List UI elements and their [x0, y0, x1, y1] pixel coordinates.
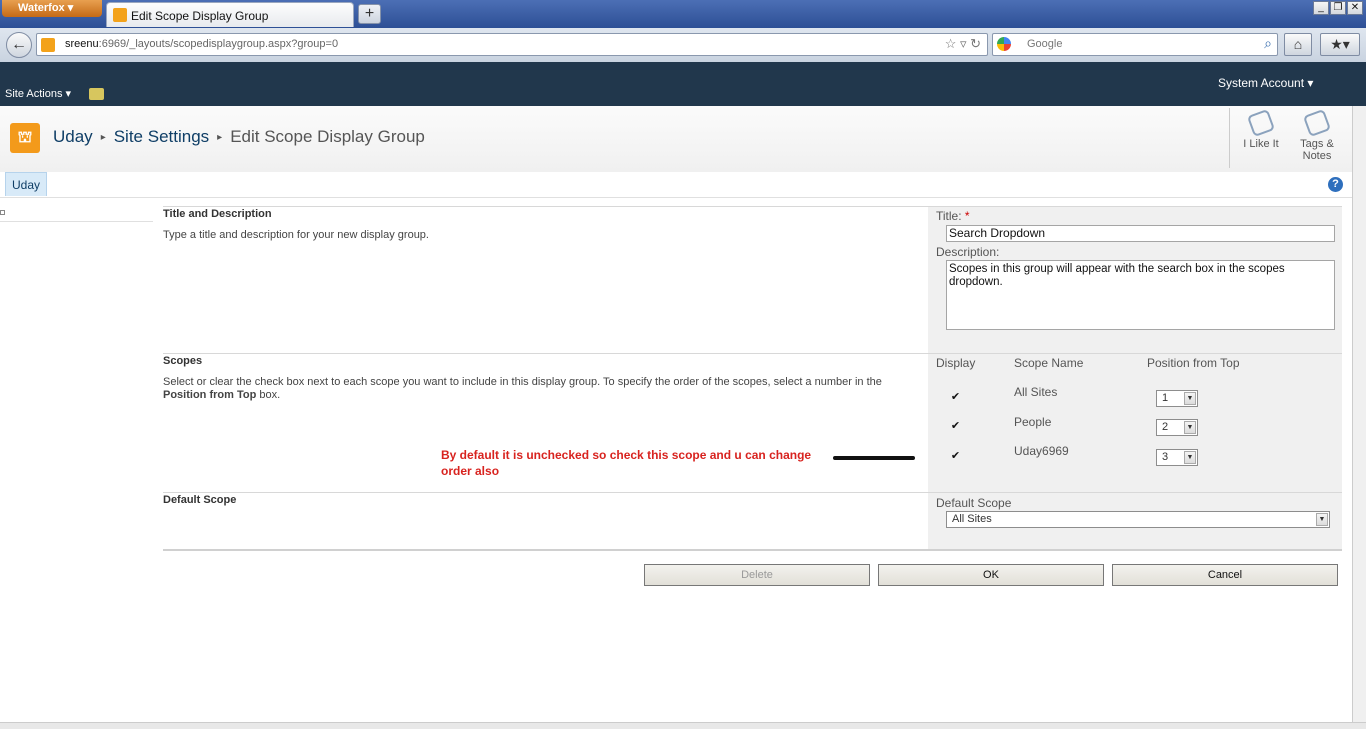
- chevron-right-icon: ▸: [217, 132, 223, 143]
- scope-name: All Sites: [1014, 385, 1058, 399]
- app-menu-button[interactable]: Waterfox ▾: [2, 0, 102, 17]
- browser-tab[interactable]: Edit Scope Display Group: [106, 2, 354, 27]
- sharepoint-favicon-icon: [113, 8, 127, 22]
- breadcrumb-site-settings[interactable]: Site Settings: [114, 127, 209, 146]
- scopes-section-heading: Scopes: [163, 355, 203, 367]
- site-favicon-icon: [41, 38, 55, 52]
- scopes-section-description: Select or clear the check box next to ea…: [163, 376, 882, 401]
- url-bar[interactable]: sreenu:6969/_layouts/scopedisplaygroup.a…: [36, 33, 988, 56]
- scope-checkbox-people[interactable]: ✔: [950, 421, 961, 432]
- title-area: ⛫ Uday ▸ Site Settings ▸ Edit Scope Display …: [0, 106, 1366, 173]
- dropdown-arrow-icon: ▼: [1184, 451, 1196, 464]
- top-nav-tab-uday[interactable]: Uday: [5, 172, 48, 196]
- scope-name: Uday6969: [1014, 444, 1069, 458]
- home-icon[interactable]: ⌂: [1284, 33, 1312, 56]
- position-select[interactable]: 1 ▼: [1156, 390, 1198, 407]
- scope-checkbox-uday6969[interactable]: ✔: [950, 451, 961, 462]
- site-logo-icon[interactable]: ⛫: [10, 123, 40, 153]
- url-text: sreenu:6969/_layouts/scopedisplaygroup.a…: [65, 38, 339, 50]
- form-bottom-divider: [163, 549, 1342, 551]
- annotation-arrow-line: [833, 456, 915, 460]
- minimize-icon[interactable]: _: [1313, 1, 1329, 15]
- description-label: Description:: [936, 245, 1000, 259]
- scope-checkbox-all-sites[interactable]: ✔: [950, 392, 961, 403]
- bookmarks-icon[interactable]: ★▾: [1320, 33, 1360, 56]
- i-like-it-button[interactable]: I Like It: [1235, 108, 1287, 150]
- ok-button[interactable]: OK: [878, 564, 1104, 586]
- tags-notes-icon: [1302, 108, 1332, 138]
- search-bar[interactable]: Google ⌕: [992, 33, 1278, 56]
- back-icon[interactable]: ←: [6, 32, 32, 58]
- position-select[interactable]: 3 ▼: [1156, 449, 1198, 466]
- delete-button[interactable]: Delete: [644, 564, 870, 586]
- col-scope-name: Scope Name: [1014, 356, 1084, 370]
- bookmark-star-icon[interactable]: ☆ ▿ ↻: [945, 36, 981, 52]
- site-actions-menu[interactable]: Site Actions ▾: [5, 87, 71, 100]
- chevron-right-icon: ▸: [100, 132, 106, 143]
- default-scope-select[interactable]: All Sites ▼: [946, 511, 1330, 528]
- restore-icon[interactable]: ❐: [1330, 1, 1346, 15]
- google-icon: [997, 37, 1011, 51]
- default-scope-heading: Default Scope: [163, 494, 237, 506]
- dropdown-arrow-icon: ▼: [1184, 421, 1196, 434]
- search-placeholder: Google: [1027, 38, 1063, 50]
- navigate-up-icon[interactable]: [89, 88, 104, 100]
- description-textarea[interactable]: Scopes in this group will appear with th…: [946, 260, 1335, 330]
- search-icon[interactable]: ⌕: [1264, 35, 1272, 52]
- dropdown-arrow-icon: ▼: [1184, 392, 1196, 405]
- collapse-icon[interactable]: [0, 210, 5, 215]
- scope-name: People: [1014, 415, 1052, 429]
- page-scrollbar[interactable]: [1352, 106, 1366, 722]
- breadcrumb: Uday ▸ Site Settings ▸ Edit Scope Display Gr…: [53, 127, 425, 147]
- navigation-toolbar: ← sreenu:6969/_layouts/scopedisplaygroup…: [0, 28, 1366, 63]
- col-display: Display: [936, 356, 976, 370]
- title-section-heading: Title and Description: [163, 208, 272, 220]
- default-scope-label: Default Scope: [936, 496, 1012, 510]
- sharepoint-top-bar: Site Actions ▾ System Account ▾: [0, 62, 1366, 106]
- annotation-text: By default it is unchecked so check this…: [441, 448, 812, 478]
- col-position: Position from Top: [1147, 356, 1240, 370]
- browser-tab-bar: Waterfox ▾ Edit Scope Display Group + _ …: [0, 0, 1366, 28]
- title-label: Title: *: [936, 209, 970, 223]
- ribbon-divider: [1229, 108, 1230, 168]
- title-section-description: Type a title and description for your ne…: [163, 229, 429, 241]
- account-menu[interactable]: System Account ▾: [1218, 76, 1313, 90]
- page-title: Edit Scope Display Group: [230, 127, 425, 146]
- help-icon[interactable]: ?: [1328, 177, 1343, 192]
- new-tab-button[interactable]: +: [358, 4, 381, 24]
- dropdown-arrow-icon: ▼: [1316, 513, 1328, 526]
- tags-notes-button[interactable]: Tags & Notes: [1291, 108, 1343, 162]
- scopes-panel: [928, 354, 1342, 492]
- top-navigation: Uday ?: [0, 172, 1352, 198]
- title-input[interactable]: Search Dropdown: [946, 225, 1335, 242]
- close-icon[interactable]: ✕: [1347, 1, 1363, 15]
- breadcrumb-site[interactable]: Uday: [53, 127, 93, 146]
- like-tag-icon: [1246, 108, 1276, 138]
- position-select[interactable]: 2 ▼: [1156, 419, 1198, 436]
- tab-title: Edit Scope Display Group: [131, 9, 269, 23]
- quick-launch: [0, 205, 153, 222]
- cancel-button[interactable]: Cancel: [1112, 564, 1338, 586]
